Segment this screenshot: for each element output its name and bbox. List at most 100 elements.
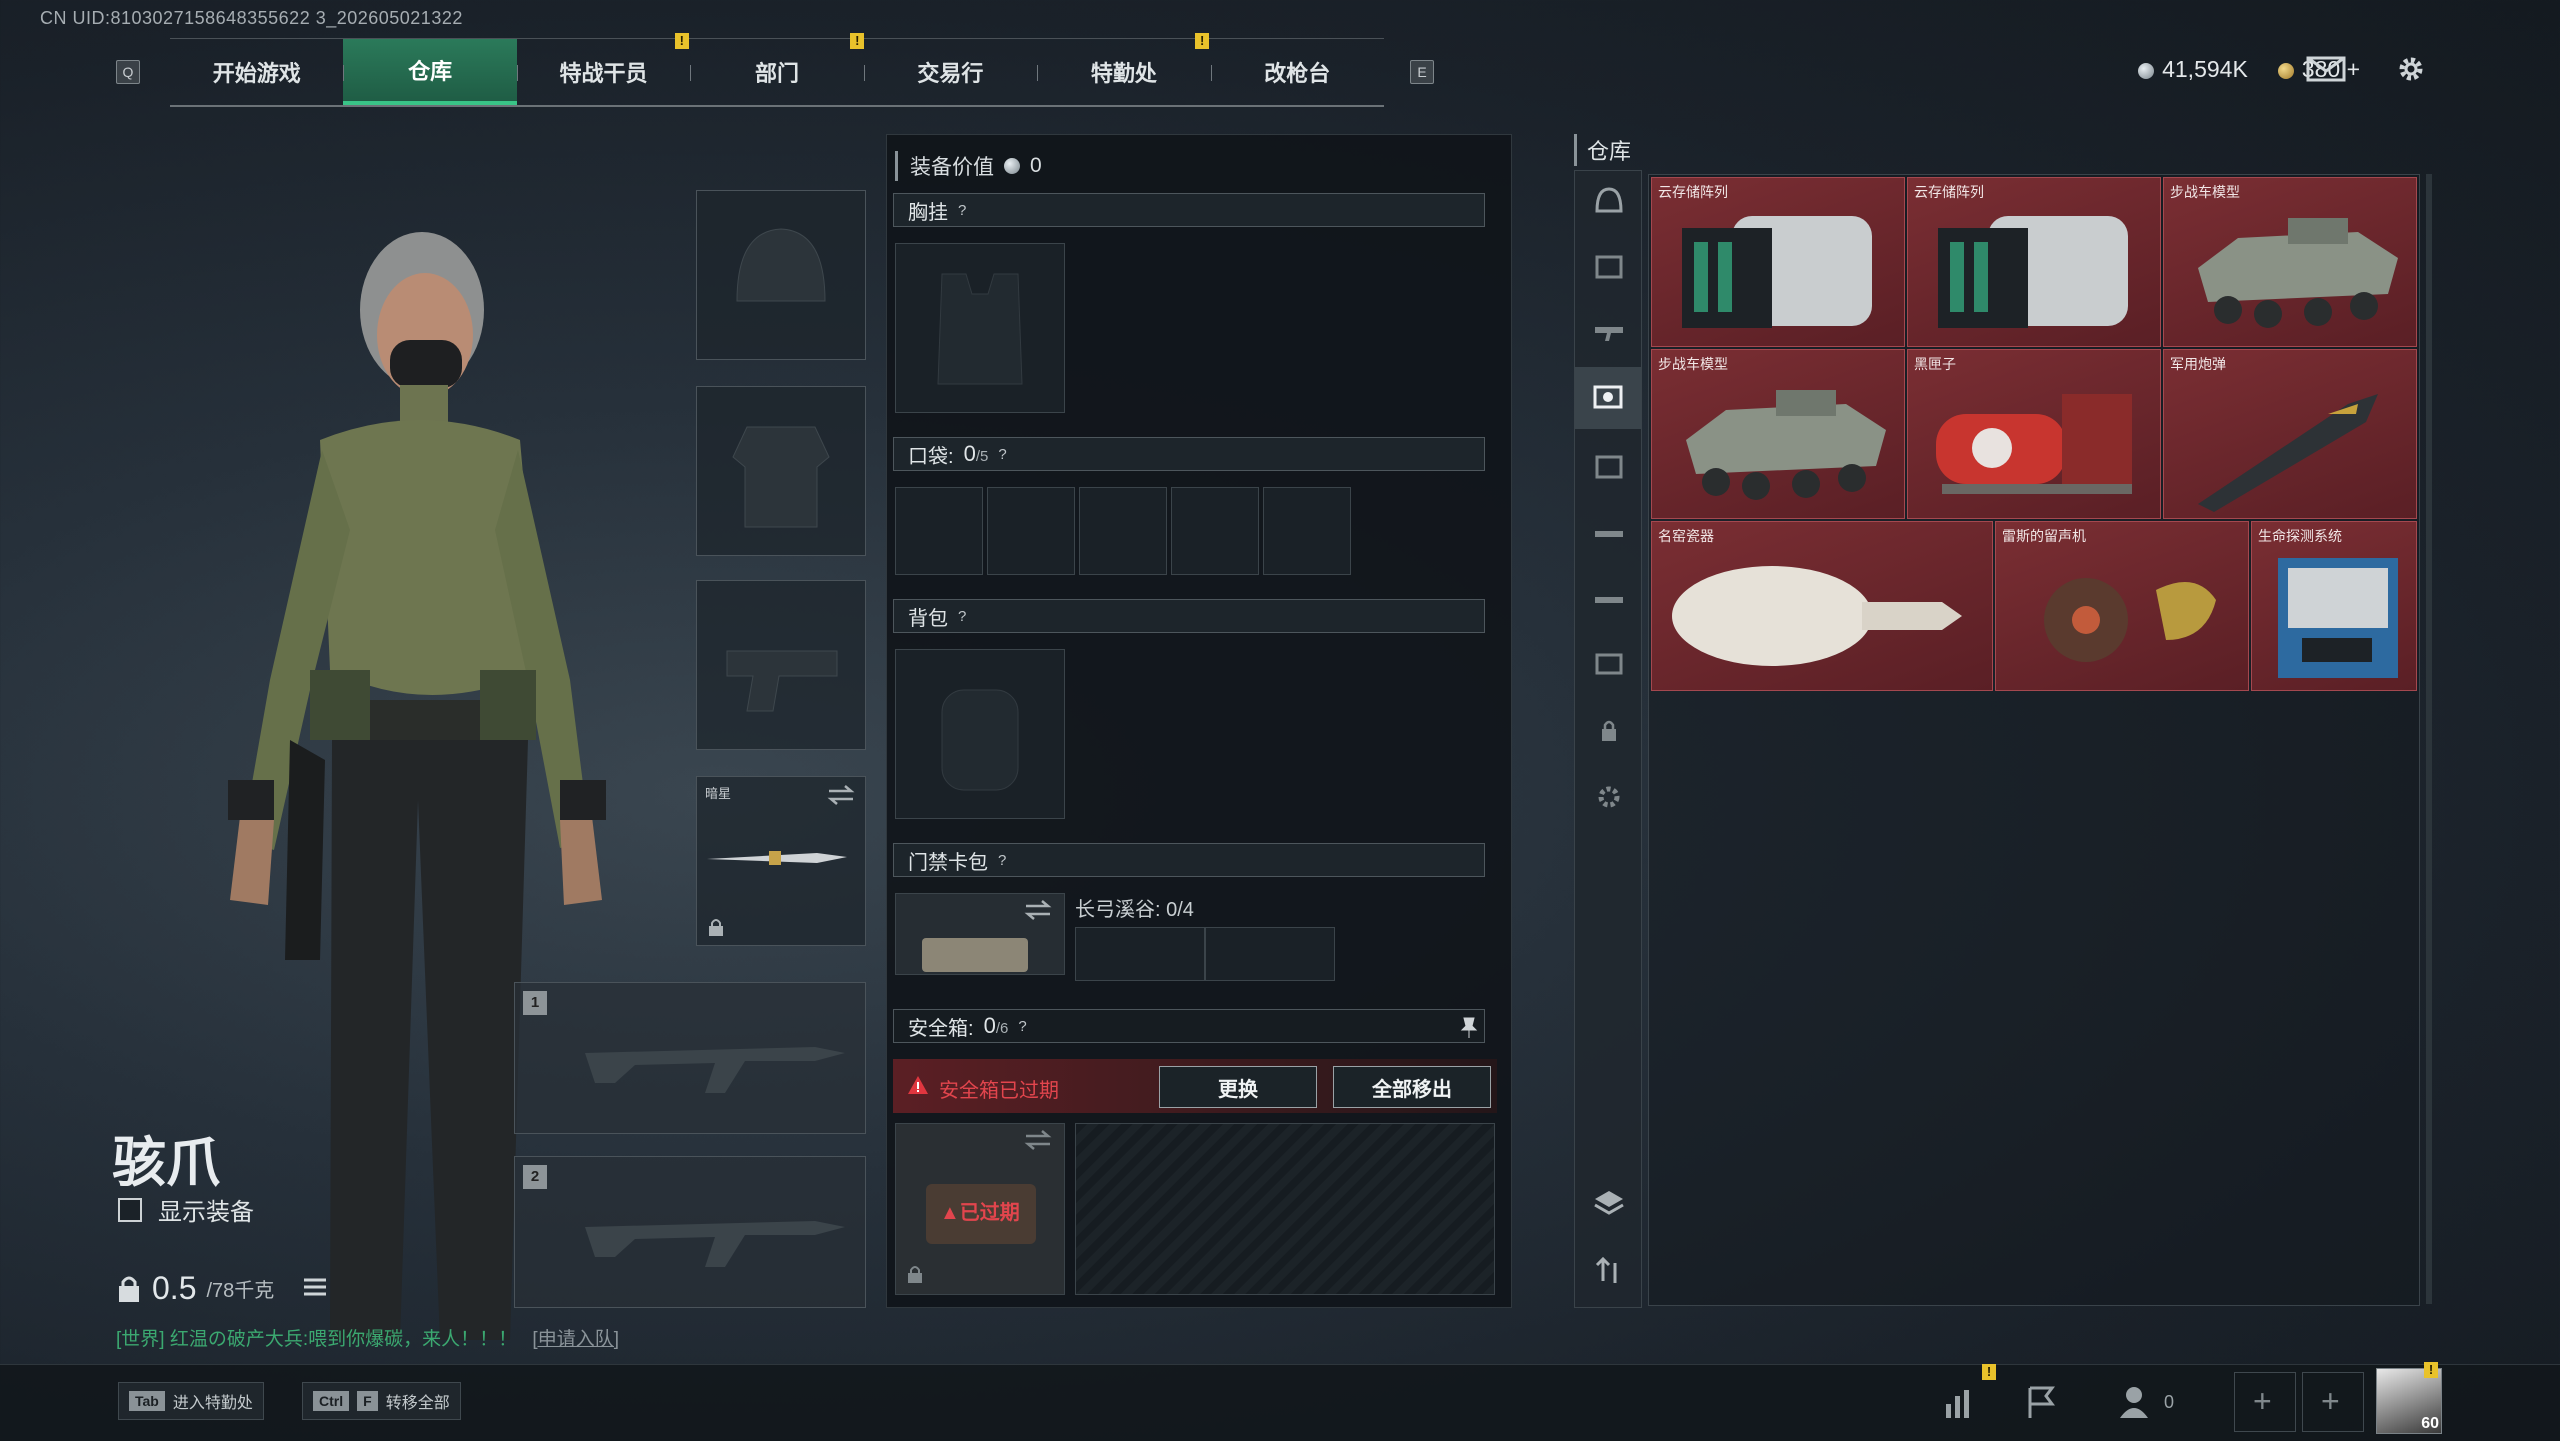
add-gold-button[interactable]: + <box>2347 56 2360 82</box>
primary-weapon-slot[interactable]: 1 <box>514 982 866 1134</box>
tab-market[interactable]: 交易行 <box>863 39 1037 105</box>
join-team-link[interactable]: [申请入队] <box>532 1329 619 1350</box>
stats-chart-icon[interactable] <box>1942 1384 1978 1420</box>
helmet-slot[interactable] <box>696 190 866 360</box>
help-icon[interactable]: ? <box>958 202 966 219</box>
chat-text: :喂到你爆碳，来人！！！ <box>302 1329 518 1350</box>
flag-icon[interactable] <box>2024 1384 2060 1420</box>
rifle-icon <box>585 1221 845 1267</box>
military-shell-icon <box>2198 394 2378 512</box>
safebox-slot[interactable]: ▲已过期 <box>895 1123 1065 1295</box>
sidearm-slot[interactable] <box>696 580 866 750</box>
remove-all-button[interactable]: 全部移出 <box>1333 1066 1491 1108</box>
list-icon[interactable] <box>302 1276 328 1298</box>
help-icon[interactable]: ? <box>998 446 1006 463</box>
uid-label: CN UID:8103027158648355622 3_20260502132… <box>40 8 463 28</box>
pocket-slot[interactable] <box>1263 487 1351 575</box>
tab-warehouse[interactable]: 仓库 <box>343 39 517 105</box>
mail-icon[interactable] <box>2306 54 2346 84</box>
inventory-scrollbar[interactable] <box>2426 174 2432 1304</box>
backpack-slot[interactable] <box>895 649 1065 819</box>
tab-operators[interactable]: ! 特战干员 <box>516 33 690 105</box>
help-icon[interactable]: ? <box>1018 1018 1026 1035</box>
friends-icon <box>2120 1387 2148 1418</box>
friends-count: 0 <box>2164 1391 2175 1412</box>
show-equipment-checkbox[interactable] <box>118 1197 142 1222</box>
helmet-category-icon[interactable] <box>1593 185 1625 217</box>
chest-rig-slot[interactable] <box>895 243 1065 413</box>
medical-category-icon[interactable] <box>1593 451 1625 483</box>
inventory-item[interactable]: 雷斯的留声机 <box>1995 521 2249 691</box>
add-party-slot-2[interactable]: + <box>2302 1372 2364 1432</box>
pockets-capacity: 0/5 <box>964 441 989 467</box>
tab-gunsmith[interactable]: 改枪台 <box>1210 39 1384 105</box>
lock-icon[interactable] <box>1593 715 1625 747</box>
safebox-count: 0 <box>983 1013 996 1038</box>
attachment-category-icon[interactable] <box>1593 583 1625 615</box>
chat-message: [世界] 红温の破产大兵:喂到你爆碳，来人！！！ [申请入队] <box>116 1324 619 1351</box>
keycard-slot[interactable] <box>1205 927 1335 981</box>
safebox-label: 安全箱: <box>908 1017 974 1040</box>
weight-indicator: 0.5/78千克 <box>116 1270 274 1307</box>
inventory-item[interactable]: 黑匣子 <box>1907 349 2161 519</box>
armor-category-icon[interactable] <box>1593 251 1625 283</box>
keycard-case-slot[interactable] <box>895 893 1065 975</box>
collectibles-category-icon <box>1593 385 1623 409</box>
pocket-slot[interactable] <box>987 487 1075 575</box>
inventory-item[interactable]: 云存储阵列 <box>1907 177 2161 347</box>
expired-text: 安全箱已过期 <box>939 1080 1059 1102</box>
ammo-category-icon[interactable] <box>1593 517 1625 549</box>
equipment-panel: 装备价值 0 胸挂? 口袋: 0/5? 背包? 门禁卡包? 长弓溪谷: 0/4 安… <box>886 134 1512 1308</box>
secondary-weapon-slot[interactable]: 2 <box>514 1156 866 1308</box>
inventory-item[interactable]: 云存储阵列 <box>1651 177 1905 347</box>
keycard-header: 门禁卡包? <box>893 843 1485 877</box>
pin-icon[interactable] <box>1460 1016 1478 1038</box>
swap-icon[interactable] <box>1024 898 1052 922</box>
pocket-slot[interactable] <box>895 487 983 575</box>
pistol-icon <box>726 650 838 712</box>
weapon-category-icon[interactable] <box>1593 313 1625 345</box>
silver-coin-icon <box>1004 158 1020 174</box>
black-box-icon <box>1936 394 2132 494</box>
help-icon[interactable]: ? <box>998 852 1006 869</box>
add-party-slot-1[interactable]: + <box>2234 1372 2296 1432</box>
gear-icon[interactable] <box>1593 781 1625 813</box>
nav-right-key[interactable]: E <box>1410 60 1434 84</box>
pocket-slot[interactable] <box>1079 487 1167 575</box>
pockets-label: 口袋: <box>908 445 954 468</box>
chat-sender[interactable]: 红温の破产大兵 <box>170 1329 303 1350</box>
tab-special-ops[interactable]: ! 特勤处 <box>1037 33 1210 105</box>
transfer-all-hint[interactable]: Ctrl F 转移全部 <box>302 1382 461 1420</box>
container-category-icon[interactable] <box>1593 647 1625 679</box>
show-equipment-toggle[interactable]: 显示装备 <box>118 1192 254 1227</box>
lock-icon <box>119 1276 139 1302</box>
inventory-item[interactable]: 军用炮弹 <box>2163 349 2417 519</box>
tab-department[interactable]: ! 部门 <box>690 33 865 105</box>
layers-icon[interactable] <box>1593 1187 1625 1219</box>
pocket-slot[interactable] <box>1171 487 1259 575</box>
enter-special-ops-hint[interactable]: Tab 进入特勤处 <box>118 1382 264 1420</box>
inventory-item[interactable]: 步战车模型 <box>2163 177 2417 347</box>
collectibles-category-active[interactable] <box>1575 367 1641 429</box>
friends-button[interactable]: 0 <box>2118 1384 2174 1420</box>
melee-slot[interactable]: 暗星 <box>696 776 866 946</box>
item-name: 黑匣子 <box>1914 356 1956 372</box>
swap-icon[interactable] <box>827 783 855 807</box>
help-icon[interactable]: ? <box>958 608 966 625</box>
keycard-slot[interactable] <box>1075 927 1205 981</box>
swap-icon[interactable] <box>1024 1128 1052 1152</box>
inventory-item[interactable]: 步战车模型 <box>1651 349 1905 519</box>
replace-button[interactable]: 更换 <box>1159 1066 1317 1108</box>
pockets-header: 口袋: 0/5? <box>893 437 1485 471</box>
sort-icon[interactable] <box>1593 1255 1625 1287</box>
silver-amount: 41,594K <box>2162 56 2248 82</box>
nav-left-key[interactable]: Q <box>116 60 140 84</box>
inventory-item[interactable]: 生命探测系统 <box>2251 521 2417 691</box>
inventory-item[interactable]: 名窑瓷器 <box>1651 521 1993 691</box>
item-name: 云存储阵列 <box>1914 184 1984 200</box>
armor-slot[interactable] <box>696 386 866 556</box>
key-f: F <box>357 1391 378 1411</box>
safebox-header: 安全箱: 0/6? <box>893 1009 1485 1043</box>
tab-start-game[interactable]: 开始游戏 <box>170 39 343 105</box>
settings-gear-icon[interactable] <box>2394 52 2428 86</box>
